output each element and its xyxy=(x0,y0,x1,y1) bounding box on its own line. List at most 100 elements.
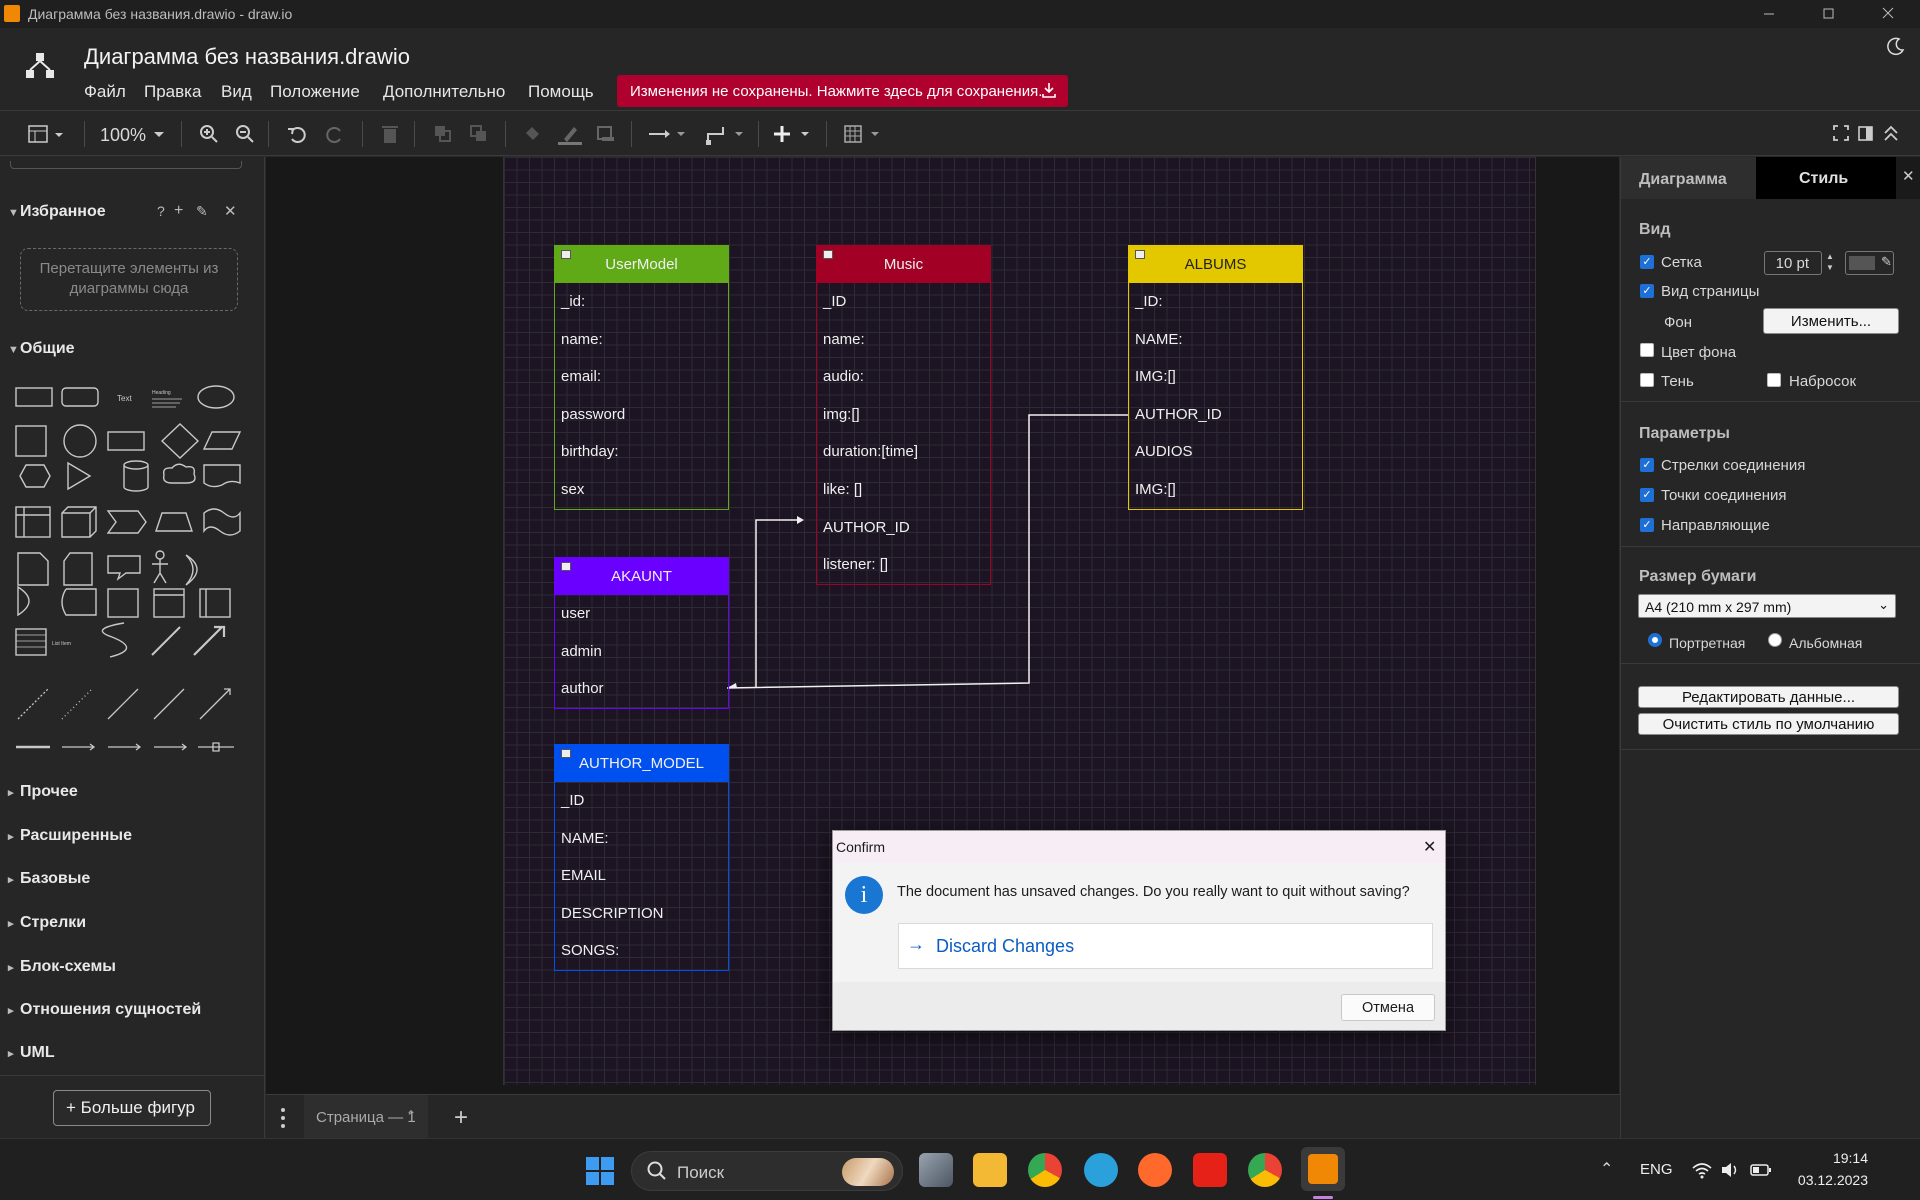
dialog-close-icon[interactable]: ✕ xyxy=(1423,837,1436,857)
clock-date[interactable]: 03.12.2023 xyxy=(1793,1172,1868,1188)
grid-checkbox[interactable]: ✓ xyxy=(1640,255,1654,269)
collapse-icon[interactable] xyxy=(1135,250,1145,259)
collapse-icon[interactable] xyxy=(561,562,571,571)
favorites-help-icon[interactable]: ? xyxy=(157,203,165,219)
entity-field[interactable]: password xyxy=(555,396,728,434)
entity-field[interactable]: SONGS: xyxy=(555,932,728,970)
maximize-icon[interactable] xyxy=(1816,4,1840,24)
postman-icon[interactable] xyxy=(1138,1153,1172,1187)
section-entity-relation[interactable]: ▸ Отношения сущностей xyxy=(8,1001,201,1019)
favorites-section[interactable]: ▼Избранное xyxy=(8,203,106,221)
favorites-add-icon[interactable]: + xyxy=(174,202,183,220)
entity-field[interactable]: _ID xyxy=(555,782,728,820)
entity-field[interactable]: audio: xyxy=(817,358,990,396)
zoom-level[interactable]: 100% xyxy=(100,125,146,147)
section-flowchart[interactable]: ▸ Блок-схемы xyxy=(8,958,116,976)
landscape-radio[interactable] xyxy=(1768,633,1782,647)
dark-mode-moon-icon[interactable] xyxy=(1886,36,1906,56)
fill-color-icon[interactable] xyxy=(522,123,544,145)
grid-size-stepper-icon[interactable]: ▲ ▼ xyxy=(1826,251,1834,273)
zoom-dropdown-icon[interactable] xyxy=(153,123,165,145)
entity-field[interactable]: sex xyxy=(555,471,728,509)
task-view-icon[interactable] xyxy=(919,1153,953,1187)
entity-field[interactable]: EMAIL xyxy=(555,857,728,895)
tray-chevron-up-icon[interactable]: ⌃ xyxy=(1600,1159,1613,1179)
entity-field[interactable]: admin xyxy=(555,633,728,671)
tab-style[interactable]: Стиль xyxy=(1756,157,1896,199)
entity-field[interactable]: user xyxy=(555,595,728,633)
change-background-button[interactable]: Изменить... xyxy=(1763,308,1899,334)
grid-color-picker[interactable]: ✎ xyxy=(1845,251,1894,275)
connector-akaunt-to-music[interactable] xyxy=(755,519,801,687)
youtube-icon[interactable] xyxy=(1193,1153,1227,1187)
entity-field[interactable]: AUTHOR_ID xyxy=(1129,396,1302,434)
format-panel-icon[interactable] xyxy=(1857,123,1875,145)
entity-field[interactable]: like: [] xyxy=(817,471,990,509)
section-advanced[interactable]: ▸ Расширенные xyxy=(8,827,132,845)
wifi-icon[interactable] xyxy=(1692,1161,1712,1179)
section-uml[interactable]: ▸ UML xyxy=(8,1044,55,1062)
search-shapes-input[interactable] xyxy=(10,161,242,169)
sketch-checkbox[interactable] xyxy=(1767,373,1781,387)
delete-icon[interactable] xyxy=(379,123,401,145)
entity-field[interactable]: img:[] xyxy=(817,396,990,434)
entity-field[interactable]: name: xyxy=(555,321,728,359)
discard-changes-button[interactable]: → Discard Changes xyxy=(898,923,1433,969)
drawio-taskbar-button[interactable] xyxy=(1301,1147,1345,1191)
menu-help[interactable]: Помощь xyxy=(528,82,594,102)
input-language[interactable]: ENG xyxy=(1640,1161,1673,1178)
collapse-up-icon[interactable] xyxy=(1882,123,1900,145)
grid-size-input[interactable]: 10 pt xyxy=(1764,251,1822,275)
edit-data-button[interactable]: Редактировать данные... xyxy=(1638,686,1899,708)
minimize-icon[interactable] xyxy=(1757,4,1781,24)
bg-color-checkbox[interactable] xyxy=(1640,343,1654,357)
clock-time[interactable]: 19:14 xyxy=(1828,1150,1868,1166)
entity-akaunt[interactable]: AKAUNT user admin author xyxy=(554,557,729,709)
battery-icon[interactable] xyxy=(1750,1163,1772,1177)
close-panel-icon[interactable]: ✕ xyxy=(1896,157,1920,199)
table-icon[interactable] xyxy=(843,123,887,145)
portrait-radio[interactable] xyxy=(1648,633,1662,647)
tab-diagram[interactable]: Диаграмма xyxy=(1621,157,1756,199)
entity-field[interactable]: duration:[time] xyxy=(817,433,990,471)
guides-checkbox[interactable]: ✓ xyxy=(1640,518,1654,532)
add-page-icon[interactable]: + xyxy=(454,1104,468,1132)
entity-field[interactable]: name: xyxy=(817,321,990,359)
close-window-icon[interactable] xyxy=(1876,4,1900,24)
collapse-icon[interactable] xyxy=(561,250,571,259)
to-back-icon[interactable] xyxy=(468,123,490,145)
collapse-icon[interactable] xyxy=(561,749,571,758)
entity-field[interactable]: IMG:[] xyxy=(1129,358,1302,396)
general-section[interactable]: ▼Общие xyxy=(8,340,75,358)
zoom-in-icon[interactable] xyxy=(198,123,220,145)
panel-layout-icon[interactable] xyxy=(27,123,67,145)
entity-field[interactable]: NAME: xyxy=(1129,321,1302,359)
chrome-icon[interactable] xyxy=(1028,1153,1062,1187)
entity-field[interactable]: DESCRIPTION xyxy=(555,895,728,933)
page-view-checkbox[interactable]: ✓ xyxy=(1640,284,1654,298)
telegram-icon[interactable] xyxy=(1084,1153,1118,1187)
entity-field[interactable]: author xyxy=(555,670,728,708)
entity-field[interactable]: birthday: xyxy=(555,433,728,471)
page-tab[interactable]: Страница — 1 ⌃ xyxy=(304,1095,428,1139)
favorites-close-icon[interactable]: ✕ xyxy=(224,202,237,220)
file-title[interactable]: Диаграмма без названия.drawio xyxy=(84,44,410,70)
entity-field[interactable]: _id: xyxy=(555,283,728,321)
section-basic[interactable]: ▸ Базовые xyxy=(8,870,90,888)
taskbar-search[interactable]: Поиск xyxy=(631,1151,903,1191)
insert-plus-icon[interactable] xyxy=(772,123,816,145)
windows-start-icon[interactable] xyxy=(585,1156,615,1186)
favorites-edit-icon[interactable]: ✎ xyxy=(196,203,208,220)
entity-field[interactable]: listener: [] xyxy=(817,546,990,584)
entity-field[interactable]: _ID xyxy=(817,283,990,321)
file-explorer-icon[interactable] xyxy=(973,1153,1007,1187)
menu-view[interactable]: Вид xyxy=(221,82,252,102)
section-arrows[interactable]: ▸ Стрелки xyxy=(8,914,86,932)
undo-icon[interactable] xyxy=(286,123,308,145)
shadow-icon[interactable] xyxy=(595,123,617,145)
collapse-icon[interactable] xyxy=(823,250,833,259)
entity-field[interactable]: _ID: xyxy=(1129,283,1302,321)
paper-size-select[interactable]: A4 (210 mm x 297 mm) ⌄ xyxy=(1638,594,1896,618)
entity-field[interactable]: AUDIOS xyxy=(1129,433,1302,471)
connection-arrows-checkbox[interactable]: ✓ xyxy=(1640,458,1654,472)
